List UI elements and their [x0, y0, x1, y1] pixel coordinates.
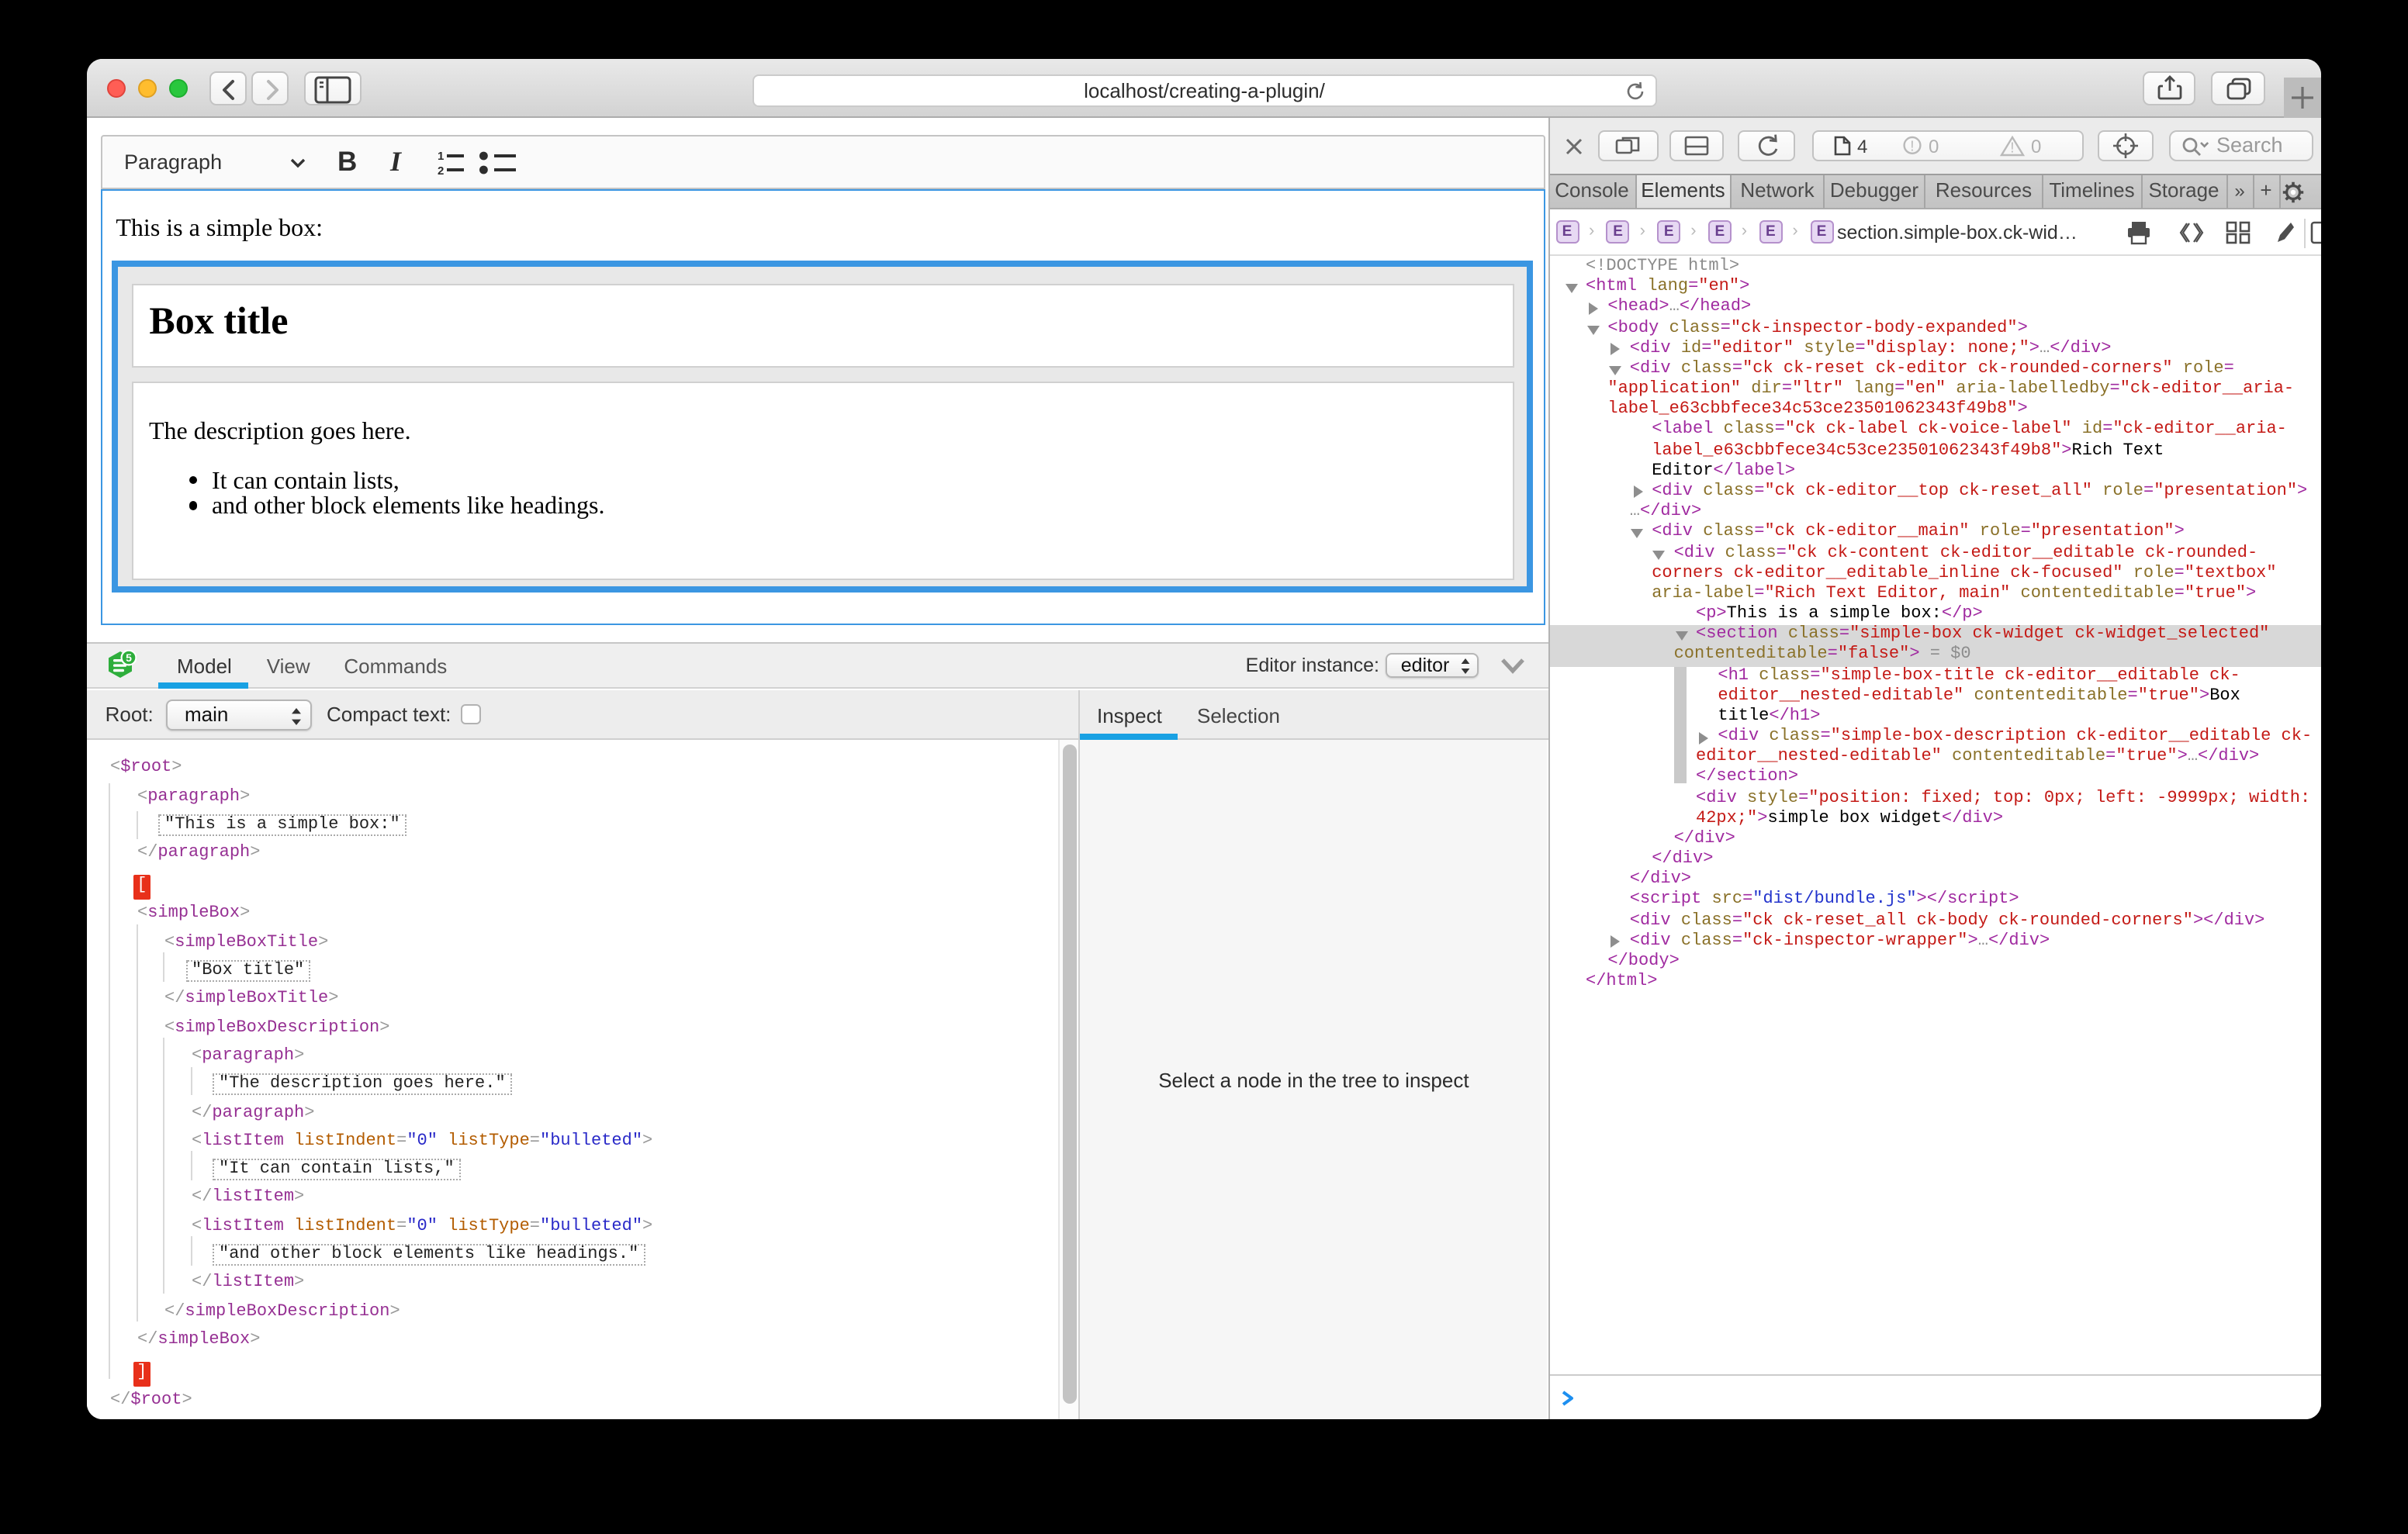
svg-text:4: 4 [1857, 136, 1867, 157]
svg-text:!: ! [2010, 140, 2014, 155]
svg-text:5: 5 [126, 651, 132, 664]
svg-text:1: 1 [437, 150, 443, 163]
svg-text:0: 0 [1929, 136, 1939, 157]
svg-text:0: 0 [2031, 136, 2041, 157]
svg-text:!: ! [1910, 138, 1914, 154]
svg-text:2: 2 [437, 164, 443, 177]
